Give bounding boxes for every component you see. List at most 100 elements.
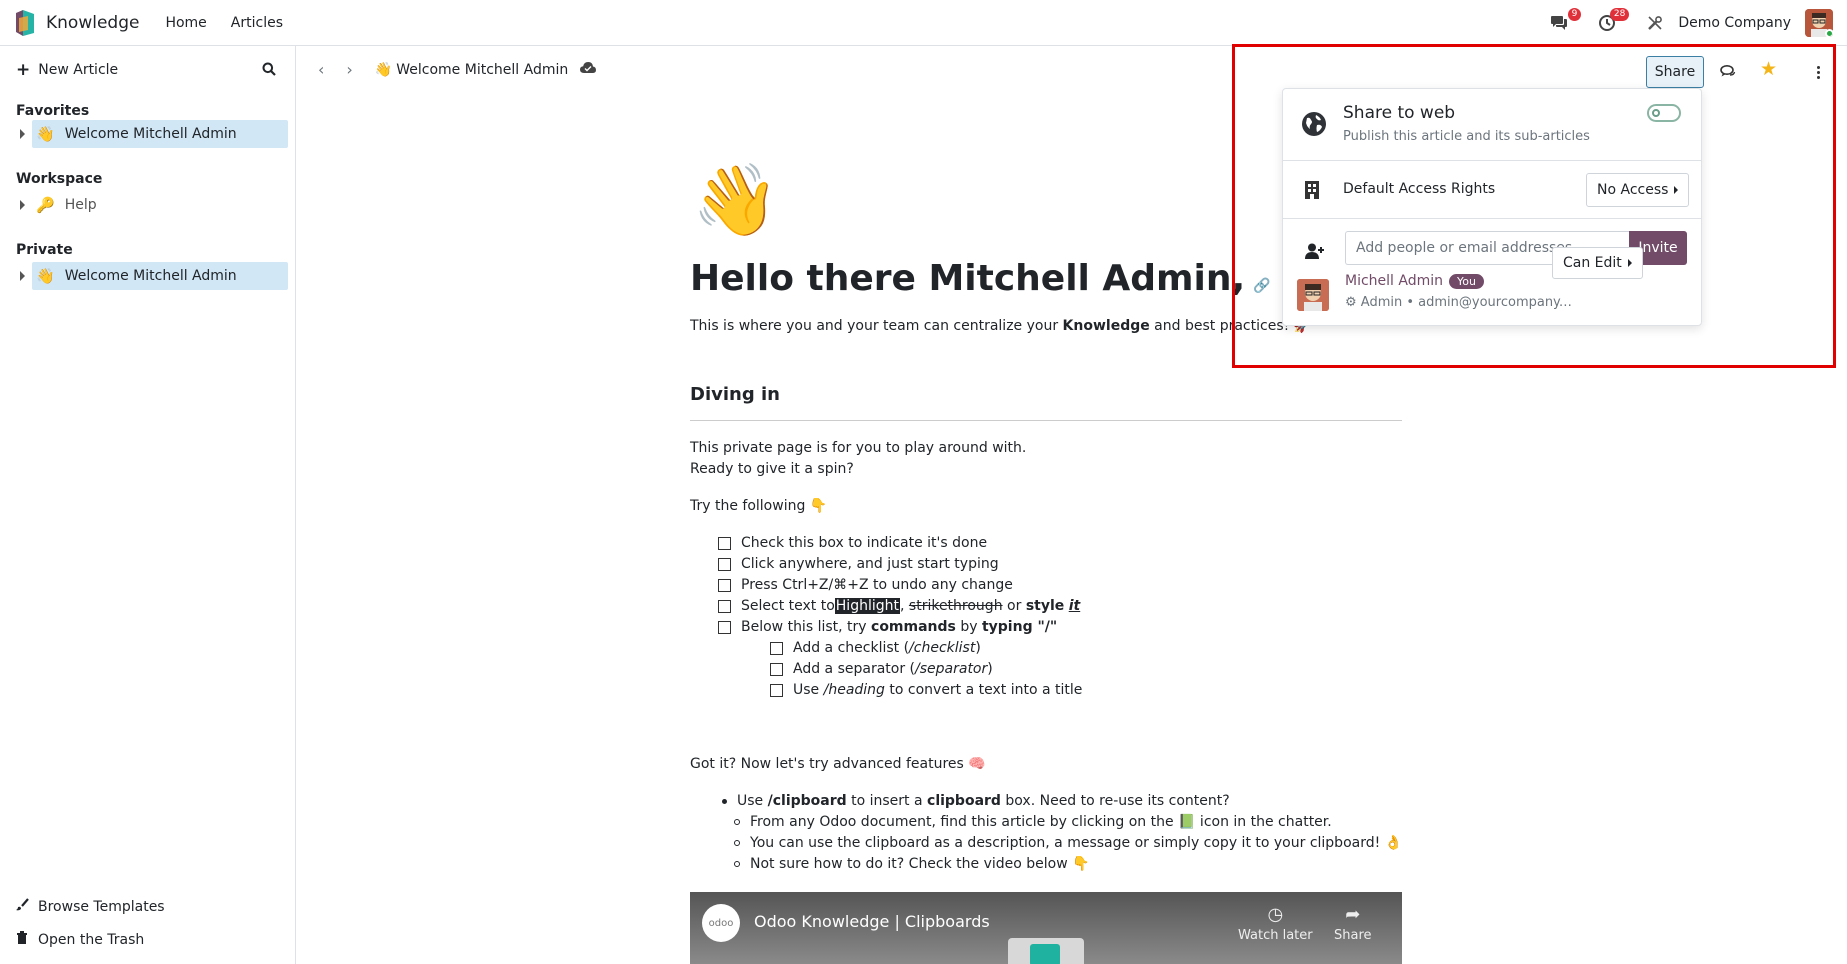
bullet-text: to insert a: [846, 793, 928, 809]
checkbox[interactable]: [718, 578, 731, 592]
checkbox[interactable]: [770, 662, 783, 676]
knowledge-logo-icon[interactable]: [14, 9, 36, 36]
paragraph: Try the following 👇: [690, 498, 828, 514]
sub-checklist-item[interactable]: Add a separator (/separator): [770, 661, 993, 677]
checklist-label: ,: [900, 598, 909, 614]
section-title-favorites: Favorites: [16, 103, 90, 119]
forward-arrow-icon[interactable]: ›: [346, 60, 352, 79]
expand-caret-icon[interactable]: [20, 200, 25, 210]
video-thumbnail: [1008, 938, 1084, 964]
video-share-button[interactable]: ➦ Share: [1334, 904, 1372, 943]
bold-command: /clipboard: [767, 793, 847, 809]
checkbox[interactable]: [770, 683, 783, 697]
checklist-item[interactable]: Click anywhere, and just start typing: [718, 556, 999, 572]
tools-icon[interactable]: [1642, 10, 1668, 36]
expand-caret-icon[interactable]: [20, 129, 25, 139]
video-title[interactable]: Odoo Knowledge | Clipboards: [754, 912, 990, 931]
sidebar-item-label: Welcome Mitchell Admin: [64, 126, 237, 142]
nav-home[interactable]: Home: [165, 15, 206, 31]
share-button[interactable]: Share: [1646, 56, 1704, 88]
link-icon[interactable]: 🔗: [1253, 278, 1270, 294]
more-options-icon[interactable]: [1810, 60, 1826, 84]
member-name[interactable]: Michell Admin You: [1345, 273, 1484, 289]
odoo-logo: odoo: [702, 904, 740, 942]
bullet-text: You can use the clipboard as a descripti…: [750, 835, 1403, 851]
sidebar-item-help[interactable]: 🔑 Help: [20, 191, 288, 219]
sidebar-item-private-welcome[interactable]: 👋 Welcome Mitchell Admin: [20, 262, 288, 290]
share-to-web-toggle[interactable]: [1647, 104, 1681, 122]
activities-badge: 28: [1609, 8, 1630, 21]
checklist-item[interactable]: Below this list, try commands by typing …: [718, 619, 1057, 635]
section-title-private: Private: [16, 242, 73, 258]
open-trash-link[interactable]: Open the Trash: [16, 931, 144, 948]
bullet-text: From any Odoo document, find this articl…: [750, 814, 1332, 830]
checklist-label: to convert a text into a title: [884, 682, 1083, 698]
company-switcher[interactable]: Demo Company: [1678, 15, 1791, 31]
key-emoji-icon: 🔑: [36, 196, 55, 214]
browse-templates-link[interactable]: Browse Templates: [16, 898, 165, 915]
user-avatar[interactable]: [1805, 9, 1833, 37]
cloud-saved-icon: [580, 61, 597, 78]
sub-checklist-item[interactable]: Add a checklist (/checklist): [770, 640, 981, 656]
intro-bold: Knowledge: [1062, 318, 1150, 334]
member-permission-dropdown[interactable]: Can Edit: [1552, 247, 1643, 279]
sidebar-item-favorite-welcome[interactable]: 👋 Welcome Mitchell Admin: [20, 120, 288, 148]
clock-icon: ◷: [1267, 904, 1284, 925]
bold-word: "/": [1032, 619, 1058, 635]
sub-bullet-item: Not sure how to do it? Check the video b…: [734, 856, 1090, 872]
you-badge: You: [1449, 273, 1484, 289]
checklist-label: ): [975, 640, 981, 656]
app-name[interactable]: Knowledge: [46, 13, 139, 33]
bold-word: typing: [981, 619, 1033, 635]
favorite-star-icon[interactable]: ★: [1760, 58, 1777, 80]
messages-icon[interactable]: 9: [1546, 8, 1582, 36]
strike-sample: strikethrough: [908, 598, 1003, 614]
caret-right-icon: [1674, 186, 1679, 194]
paragraph: Got it? Now let's try advanced features …: [690, 756, 986, 772]
italic-command: /heading: [823, 682, 885, 698]
member-meta: ⚙ Admin • admin@yourcompany.example.com: [1345, 295, 1575, 310]
toggle-knob: [1652, 109, 1660, 117]
chatter-comments-icon[interactable]: [1716, 60, 1740, 84]
checkbox[interactable]: [718, 620, 731, 634]
new-article-label: New Article: [38, 62, 119, 78]
back-arrow-icon[interactable]: ‹: [318, 60, 324, 79]
wave-emoji-icon: 👋: [36, 267, 55, 285]
embedded-video[interactable]: odoo Odoo Knowledge | Clipboards ◷ Watch…: [690, 892, 1402, 964]
checklist-item[interactable]: Press Ctrl+Z/⌘+Z to undo any change: [718, 577, 1013, 593]
watch-later-button[interactable]: ◷ Watch later: [1238, 904, 1313, 943]
checklist-label: Add a checklist (: [793, 640, 910, 656]
sub-bullet-item: You can use the clipboard as a descripti…: [734, 835, 1402, 851]
breadcrumb-title[interactable]: Welcome Mitchell Admin: [396, 62, 568, 78]
checkbox[interactable]: [718, 557, 731, 571]
article-heading[interactable]: Hello there Mitchell Admin, 🔗: [690, 258, 1271, 299]
bullet-dot: [722, 798, 727, 804]
checklist-label: Click anywhere, and just start typing: [741, 556, 999, 572]
checklist-label: or: [1002, 598, 1026, 614]
checkbox[interactable]: [718, 536, 731, 550]
checklist-item[interactable]: Select text to Highlight, strikethrough …: [718, 598, 1080, 614]
default-access-label: Default Access Rights: [1343, 181, 1496, 197]
checklist-item[interactable]: Check this box to indicate it's done: [718, 535, 987, 551]
paragraph: This private page is for you to play aro…: [690, 440, 1027, 456]
activities-clock-icon[interactable]: 28: [1594, 8, 1630, 36]
browse-templates-label: Browse Templates: [38, 898, 165, 915]
video-share-label: Share: [1334, 928, 1372, 943]
checkbox[interactable]: [718, 599, 731, 613]
checklist-label: Press Ctrl+Z/⌘+Z to undo any change: [741, 577, 1013, 593]
bold-word: clipboard: [927, 793, 1001, 809]
default-access-section: Default Access Rights No Access: [1283, 161, 1701, 219]
nav-articles[interactable]: Articles: [231, 15, 283, 31]
checklist-label: Below this list, try: [741, 619, 872, 635]
sub-checklist-item[interactable]: Use /heading to convert a text into a ti…: [770, 682, 1082, 698]
bullet-text: Not sure how to do it? Check the video b…: [750, 856, 1090, 872]
new-article-button[interactable]: + New Article: [16, 60, 118, 80]
checkbox[interactable]: [770, 641, 783, 655]
bullet-circle: [734, 861, 740, 867]
messages-badge: 9: [1567, 8, 1582, 21]
expand-caret-icon[interactable]: [20, 271, 25, 281]
article-cover-emoji[interactable]: 👋: [692, 160, 779, 240]
default-access-dropdown[interactable]: No Access: [1586, 173, 1690, 207]
checklist-label: Add a separator (: [793, 661, 916, 677]
search-icon[interactable]: [262, 62, 276, 80]
